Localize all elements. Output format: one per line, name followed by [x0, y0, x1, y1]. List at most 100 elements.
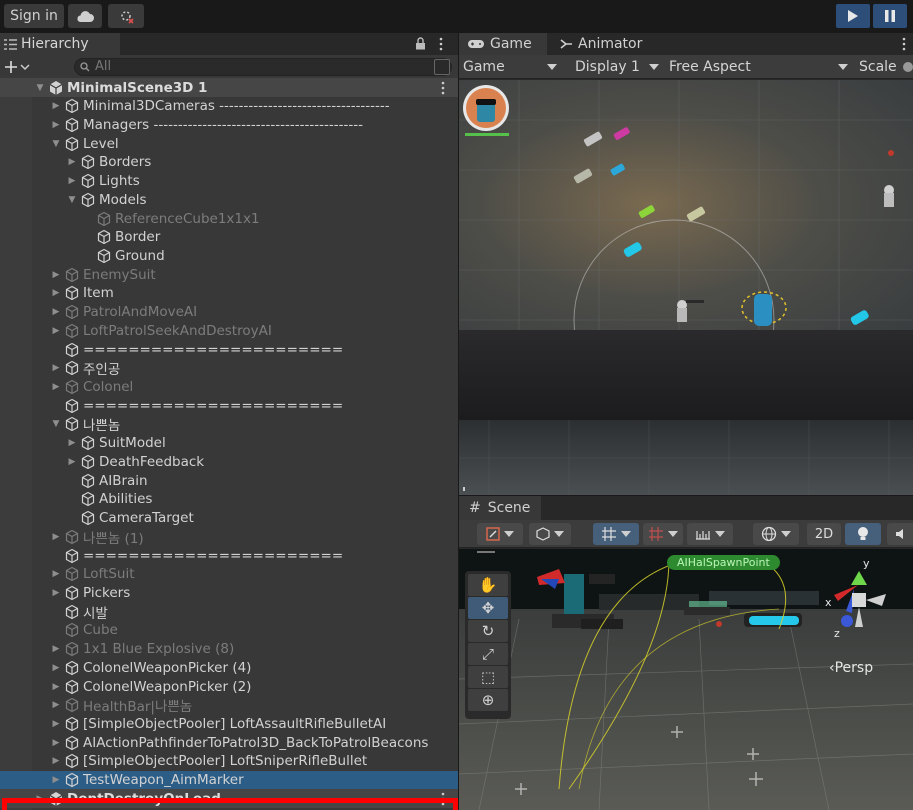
collapsed-arrow-icon[interactable]: ▶ [50, 588, 62, 598]
collapsed-arrow-icon[interactable]: ▶ [50, 644, 62, 654]
pause-button[interactable] [873, 4, 907, 28]
collapsed-arrow-icon[interactable]: ▶ [66, 157, 78, 167]
move-tool-button[interactable]: ✥ [468, 597, 508, 619]
hierarchy-row[interactable]: ======================= [0, 340, 458, 359]
hierarchy-scene-row[interactable]: ▶ DontDestroyOnLoad [0, 789, 458, 809]
collapsed-arrow-icon[interactable]: ▶ [50, 663, 62, 673]
scene-draw-mode-dropdown[interactable] [477, 523, 523, 545]
scene-visibility-dropdown[interactable] [753, 523, 799, 545]
scene-viewport[interactable]: y x z [459, 549, 913, 810]
collapsed-arrow-icon[interactable]: ▶ [50, 569, 62, 579]
collapsed-arrow-icon[interactable]: ▶ [50, 326, 62, 336]
collapsed-arrow-icon[interactable]: ▶ [50, 288, 62, 298]
tab-game[interactable]: Game [459, 33, 547, 55]
hierarchy-row[interactable]: ======================= [0, 396, 458, 415]
hierarchy-row[interactable]: ▶ Borders [0, 153, 458, 172]
hierarchy-row[interactable]: AIBrain [0, 471, 458, 490]
hierarchy-row[interactable]: ▶ Minimal3DCameras ----------------------… [0, 97, 458, 116]
display-dropdown[interactable]: Display 1 [575, 57, 665, 77]
hierarchy-row[interactable]: ======================= [0, 546, 458, 565]
hierarchy-row[interactable]: ▶ ColonelWeaponPicker (2) [0, 677, 458, 696]
hierarchy-row[interactable]: Abilities [0, 490, 458, 509]
persp-label[interactable]: ‹Persp [829, 660, 873, 676]
hierarchy-row[interactable]: Border [0, 228, 458, 247]
sign-in-button[interactable]: Sign in [4, 4, 64, 28]
lock-icon[interactable] [415, 37, 426, 50]
hierarchy-scene-row[interactable]: ▼ MinimalScene3D 1 [0, 78, 458, 97]
collapsed-arrow-icon[interactable]: ▶ [50, 120, 62, 130]
hierarchy-row[interactable]: ▶ [SimpleObjectPooler] LoftSniperRifleBul… [0, 752, 458, 771]
collapsed-arrow-icon[interactable]: ▶ [66, 438, 78, 448]
aspect-dropdown[interactable]: Free Aspect [669, 57, 854, 77]
hierarchy-row[interactable]: ▶ DeathFeedback [0, 452, 458, 471]
hierarchy-row[interactable]: ▶ LoftPatrolSeekAndDestroyAI [0, 321, 458, 340]
hierarchy-row[interactable]: CameraTarget [0, 509, 458, 528]
hierarchy-row[interactable]: ▶ EnemySuit [0, 265, 458, 284]
increment-snap-dropdown[interactable] [643, 523, 683, 545]
collapsed-arrow-icon[interactable]: ▶ [50, 756, 62, 766]
hierarchy-row[interactable]: ▶ 1x1 Blue Explosive (8) [0, 640, 458, 659]
hierarchy-row[interactable]: ▶ ColonelWeaponPicker (4) [0, 658, 458, 677]
hierarchy-row[interactable]: ▼ 나쁜놈 [0, 415, 458, 434]
hierarchy-row[interactable]: ▶ PatrolAndMoveAI [0, 303, 458, 322]
transform-tool-button[interactable]: ⊕ [468, 689, 508, 711]
collapsed-arrow-icon[interactable]: ▶ [34, 794, 46, 804]
hierarchy-row[interactable]: ▶ SuitModel [0, 434, 458, 453]
collapsed-arrow-icon[interactable]: ▶ [50, 775, 62, 785]
hierarchy-row[interactable]: 시발 [0, 602, 458, 622]
collapsed-arrow-icon[interactable]: ▶ [50, 719, 62, 729]
game-mode-dropdown[interactable]: Game [463, 57, 563, 77]
collapsed-arrow-icon[interactable]: ▶ [50, 682, 62, 692]
collapsed-arrow-icon[interactable]: ▶ [50, 700, 62, 710]
hierarchy-row[interactable]: ▶ 나쁜놈 (1) [0, 527, 458, 547]
hierarchy-row[interactable]: ReferenceCube1x1x1 [0, 209, 458, 228]
ruler-dropdown[interactable] [687, 523, 733, 545]
hierarchy-row[interactable]: ▶ Managers ------------------------------… [0, 115, 458, 134]
hierarchy-search-input[interactable]: All [74, 58, 452, 76]
hierarchy-row[interactable]: ▶ 주인공 [0, 359, 458, 378]
2d-toggle-button[interactable]: 2D [807, 523, 841, 545]
scale-slider[interactable]: Scale [859, 57, 913, 77]
hierarchy-row[interactable]: ▶ Lights [0, 172, 458, 191]
cloud-button[interactable] [68, 4, 102, 28]
collapsed-arrow-icon[interactable]: ▶ [66, 457, 78, 467]
hierarchy-row[interactable]: ▼ Models [0, 190, 458, 209]
kebab-menu-icon[interactable] [899, 36, 909, 52]
collapsed-arrow-icon[interactable]: ▶ [50, 532, 62, 542]
collab-button[interactable] [108, 4, 144, 28]
collapsed-arrow-icon[interactable]: ▶ [50, 307, 62, 317]
expanded-arrow-icon[interactable]: ▼ [66, 195, 78, 205]
kebab-menu-icon[interactable] [438, 80, 448, 96]
collapsed-arrow-icon[interactable]: ▶ [50, 101, 62, 111]
search-options-button[interactable] [434, 59, 450, 75]
collapsed-arrow-icon[interactable]: ▶ [50, 363, 62, 373]
audio-toggle-button[interactable] [887, 523, 913, 545]
expanded-arrow-icon[interactable]: ▼ [50, 419, 62, 429]
tab-animator[interactable]: Animator [557, 33, 667, 55]
hierarchy-row[interactable]: ▶ TestWeapon_AimMarker [0, 770, 458, 790]
scene-render-mode-dropdown[interactable] [529, 523, 571, 545]
collapsed-arrow-icon[interactable]: ▶ [66, 176, 78, 186]
collapsed-arrow-icon[interactable]: ▶ [50, 738, 62, 748]
rect-tool-button[interactable]: ⬚ [468, 666, 508, 688]
hierarchy-row[interactable]: ▶ AIActionPathfinderToPatrol3D_BackToPatr… [0, 733, 458, 752]
grid-snap-toggle[interactable] [593, 523, 639, 545]
kebab-menu-icon[interactable] [436, 35, 446, 53]
expanded-arrow-icon[interactable]: ▼ [50, 139, 62, 149]
lighting-toggle-button[interactable] [845, 523, 881, 545]
hierarchy-row[interactable]: ▶ HealthBar|나쁜놈 [0, 696, 458, 715]
add-object-button[interactable] [2, 57, 32, 77]
hierarchy-row[interactable]: ▶ [SimpleObjectPooler] LoftAssaultRifleBu… [0, 714, 458, 733]
kebab-menu-icon[interactable] [438, 791, 448, 807]
hierarchy-row[interactable]: Ground [0, 246, 458, 265]
hierarchy-row[interactable]: Cube [0, 621, 458, 640]
collapsed-arrow-icon[interactable]: ▶ [50, 382, 62, 392]
scale-tool-button[interactable]: ⤢ [468, 643, 508, 665]
play-button[interactable] [836, 4, 870, 28]
collapsed-arrow-icon[interactable]: ▶ [50, 270, 62, 280]
hierarchy-row[interactable]: ▼ Level [0, 134, 458, 153]
rotate-tool-button[interactable]: ↻ [468, 620, 508, 642]
game-viewport[interactable] [459, 80, 913, 495]
expanded-arrow-icon[interactable]: ▼ [34, 83, 46, 93]
hierarchy-row[interactable]: ▶ Pickers [0, 583, 458, 602]
